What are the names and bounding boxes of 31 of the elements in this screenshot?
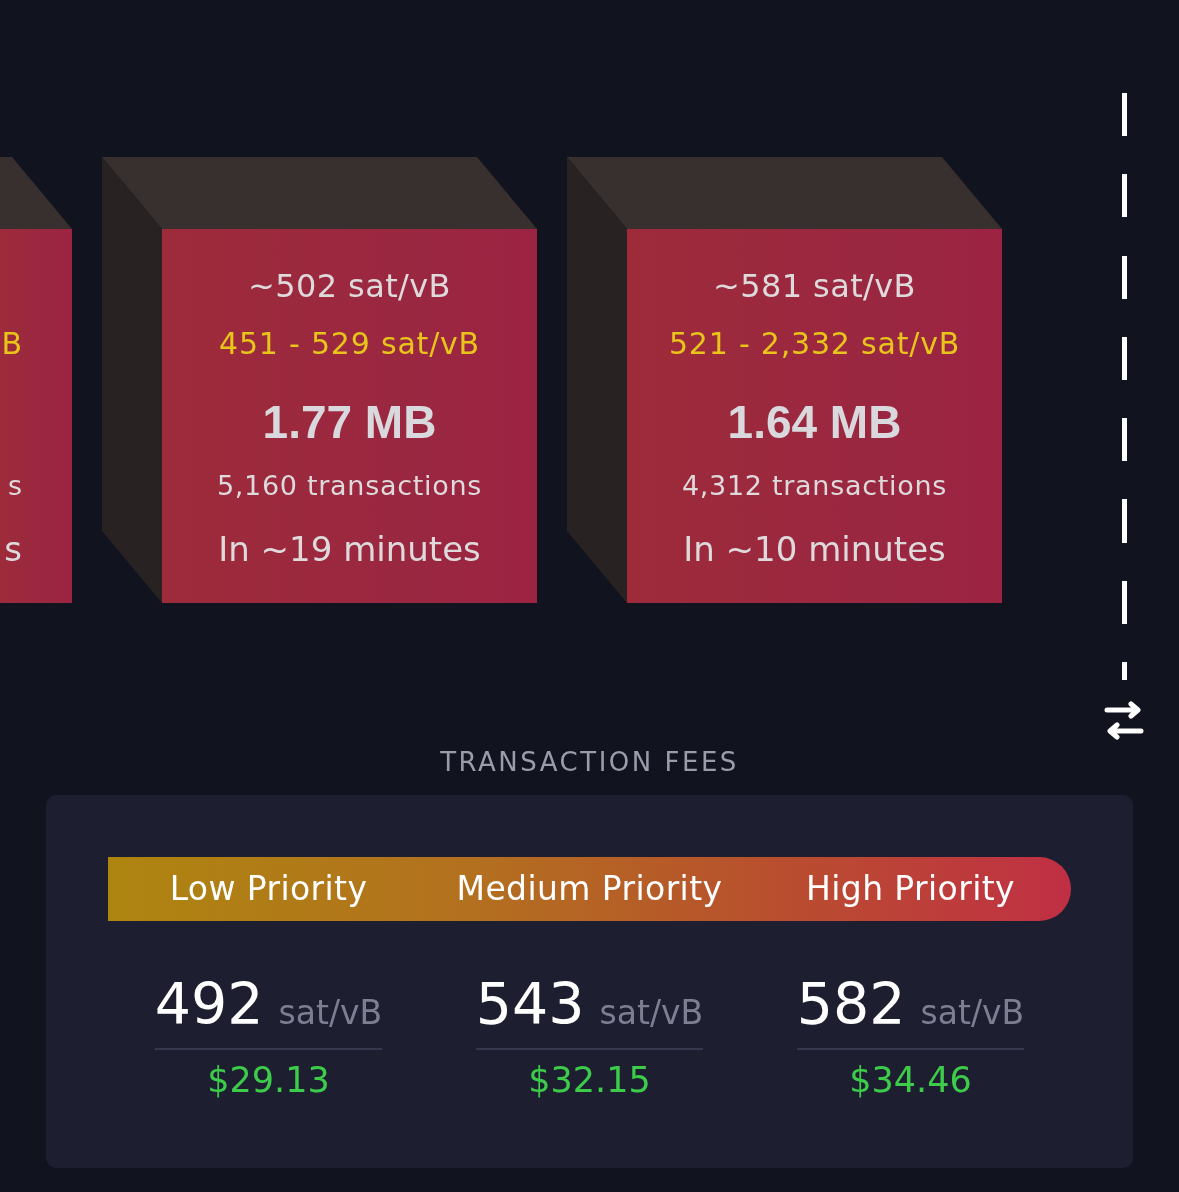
transaction-count-text: 5,160 transactions [216, 469, 483, 503]
median-fee-text: ~581 sat/vB [713, 266, 916, 306]
eta-text: In ~19 minutes [218, 528, 481, 571]
fee-rate-value: 492 [154, 971, 264, 1037]
priority-label: Medium Priority [456, 869, 723, 909]
fee-range-text: B [1, 325, 22, 363]
opposite-arrows-icon[interactable] [1104, 701, 1144, 740]
priority-label: High Priority [806, 869, 1015, 909]
transaction-count-text: s [7, 469, 22, 503]
median-fee-text: ~502 sat/vB [248, 266, 451, 306]
fee-rate-unit: sat/vB [599, 993, 704, 1033]
priority-label: Low Priority [169, 869, 368, 909]
mempool-block[interactable]: ~581 sat/vB 521 - 2,332 sat/vB 1.64 MB 4,312 transactions In ~10 minutes [627, 229, 1002, 603]
fee-usd-value: $32.15 [528, 1060, 651, 1100]
section-title: TRANSACTION FEES [440, 747, 739, 777]
fee-rate-value: 543 [475, 971, 585, 1037]
fee-rate-unit: sat/vB [920, 993, 1025, 1033]
transaction-count-text: 4,312 transactions [681, 469, 948, 503]
block-size-text: 1.64 MB [727, 395, 902, 445]
fee-range-text: 451 - 529 sat/vB [219, 325, 480, 363]
eta-text: s [4, 528, 22, 571]
block-size-text: 1.77 MB [262, 395, 437, 445]
fee-rate-value: 582 [796, 971, 906, 1037]
eta-text: In ~10 minutes [683, 528, 946, 571]
block-top-face [0, 157, 72, 229]
mempool-block[interactable]: ~502 sat/vB 451 - 529 sat/vB 1.77 MB 5,160 transactions In ~19 minutes [162, 229, 537, 603]
mempool-block[interactable]: B s s [0, 229, 72, 603]
fee-rate-unit: sat/vB [278, 993, 383, 1033]
fee-range-text: 521 - 2,332 sat/vB [668, 325, 961, 363]
fee-usd-value: $34.46 [849, 1060, 972, 1100]
fee-usd-value: $29.13 [207, 1060, 330, 1100]
